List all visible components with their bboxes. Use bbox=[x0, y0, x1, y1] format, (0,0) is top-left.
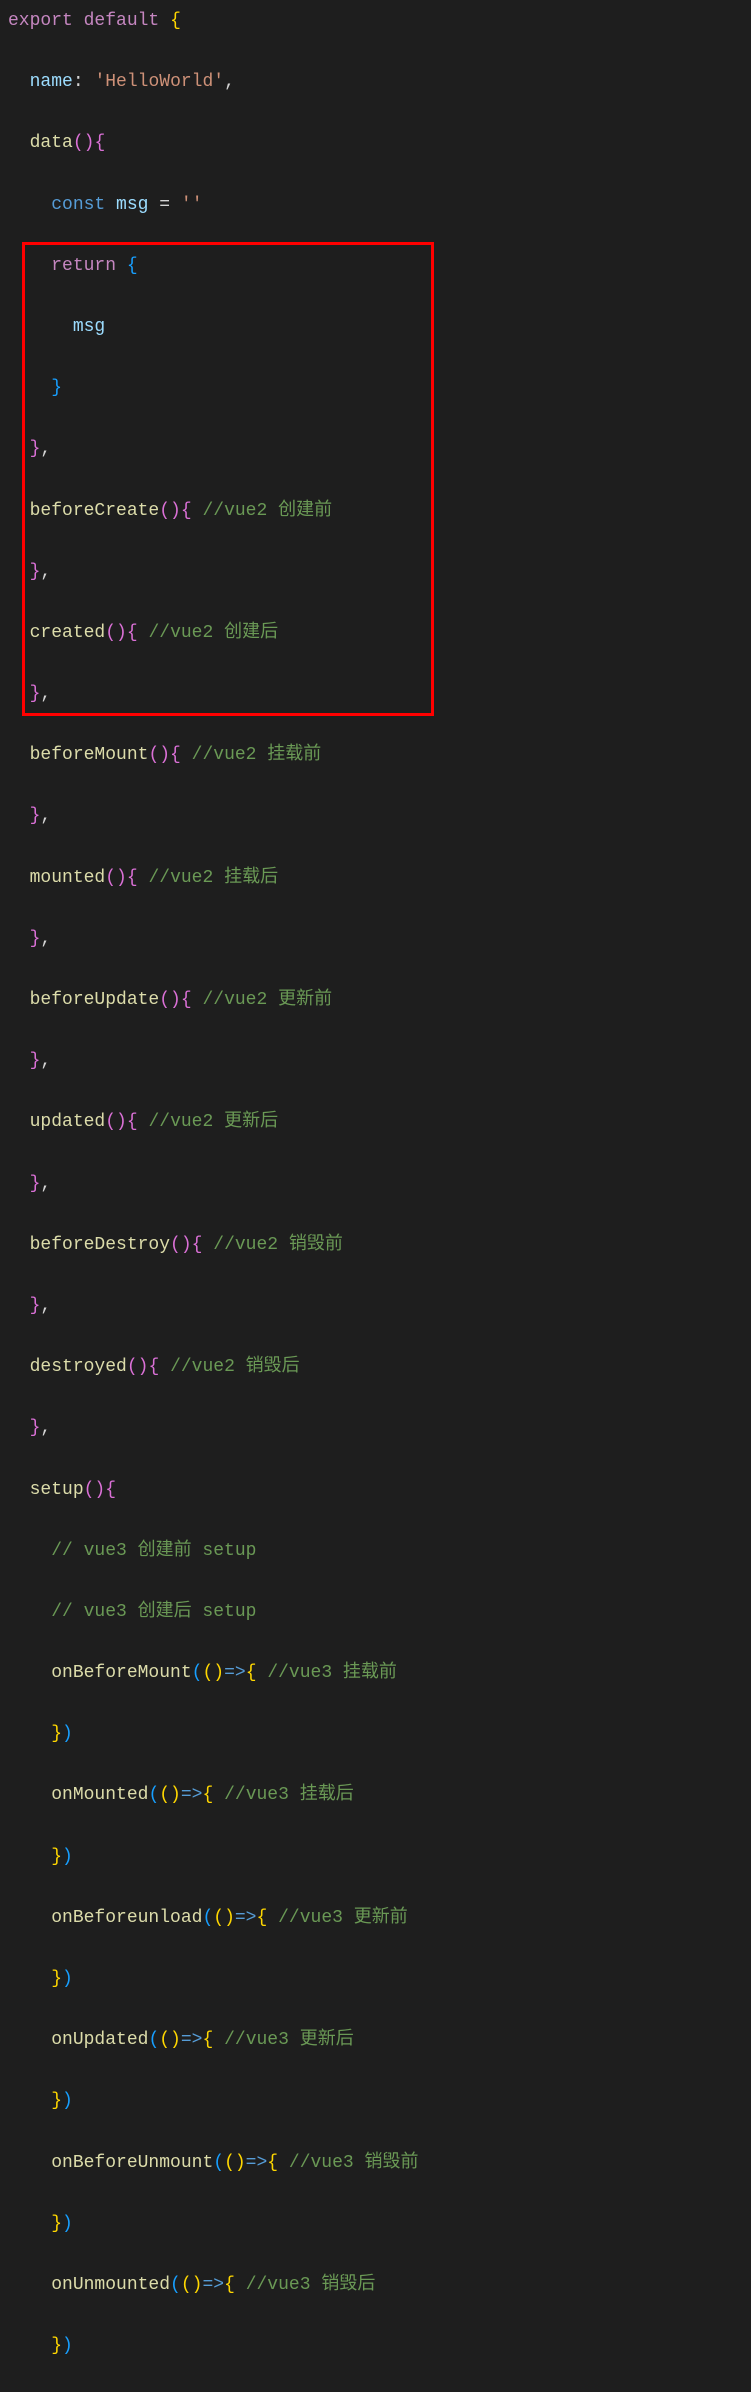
fn-destroyed: destroyed bbox=[30, 1357, 127, 1377]
comment: //vue2 销毁前 bbox=[213, 1235, 343, 1255]
fn-onupdated: onUpdated bbox=[51, 2030, 148, 2050]
comment: //vue2 销毁后 bbox=[170, 1357, 300, 1377]
comment: //vue3 挂载前 bbox=[267, 1663, 397, 1683]
fn-beforecreate: beforeCreate bbox=[30, 501, 160, 521]
comment: //vue3 挂载后 bbox=[224, 1785, 354, 1805]
fn-onbeforeunload: onBeforeunload bbox=[51, 1908, 202, 1928]
string-helloworld: 'HelloWorld' bbox=[94, 72, 224, 92]
comment: //vue2 挂载前 bbox=[192, 745, 322, 765]
comment: // vue3 创建前 setup bbox=[51, 1541, 256, 1561]
comment: //vue2 更新前 bbox=[202, 990, 332, 1010]
comment: //vue2 更新后 bbox=[148, 1112, 278, 1132]
comment: //vue2 挂载后 bbox=[148, 868, 278, 888]
fn-beforedestroy: beforeDestroy bbox=[30, 1235, 170, 1255]
fn-beforeupdate: beforeUpdate bbox=[30, 990, 160, 1010]
fn-setup: setup bbox=[30, 1480, 84, 1500]
fn-beforemount: beforeMount bbox=[30, 745, 149, 765]
var-msg-ret: msg bbox=[73, 317, 105, 337]
code-editor: export default { name: 'HelloWorld', dat… bbox=[8, 6, 743, 2392]
keyword-default: default bbox=[84, 11, 160, 31]
fn-mounted: mounted bbox=[30, 868, 106, 888]
fn-onmounted: onMounted bbox=[51, 1785, 148, 1805]
var-msg: msg bbox=[116, 195, 148, 215]
fn-created: created bbox=[30, 623, 106, 643]
fn-onbeforeunmount: onBeforeUnmount bbox=[51, 2153, 213, 2173]
fn-onunmounted: onUnmounted bbox=[51, 2275, 170, 2295]
comment: //vue3 销毁后 bbox=[246, 2275, 376, 2295]
keyword-const: const bbox=[51, 195, 105, 215]
comment: //vue2 创建后 bbox=[148, 623, 278, 643]
comment: //vue3 销毁前 bbox=[289, 2153, 419, 2173]
comment: //vue2 创建前 bbox=[202, 501, 332, 521]
comment: //vue3 更新后 bbox=[224, 2030, 354, 2050]
fn-onbeforemount: onBeforeMount bbox=[51, 1663, 191, 1683]
comment: // vue3 创建后 setup bbox=[51, 1602, 256, 1622]
comment: //vue3 更新前 bbox=[278, 1908, 408, 1928]
string-empty: '' bbox=[181, 195, 203, 215]
fn-updated: updated bbox=[30, 1112, 106, 1132]
fn-data: data bbox=[30, 133, 73, 153]
prop-name: name bbox=[30, 72, 73, 92]
keyword-return: return bbox=[51, 256, 116, 276]
keyword-export: export bbox=[8, 11, 73, 31]
